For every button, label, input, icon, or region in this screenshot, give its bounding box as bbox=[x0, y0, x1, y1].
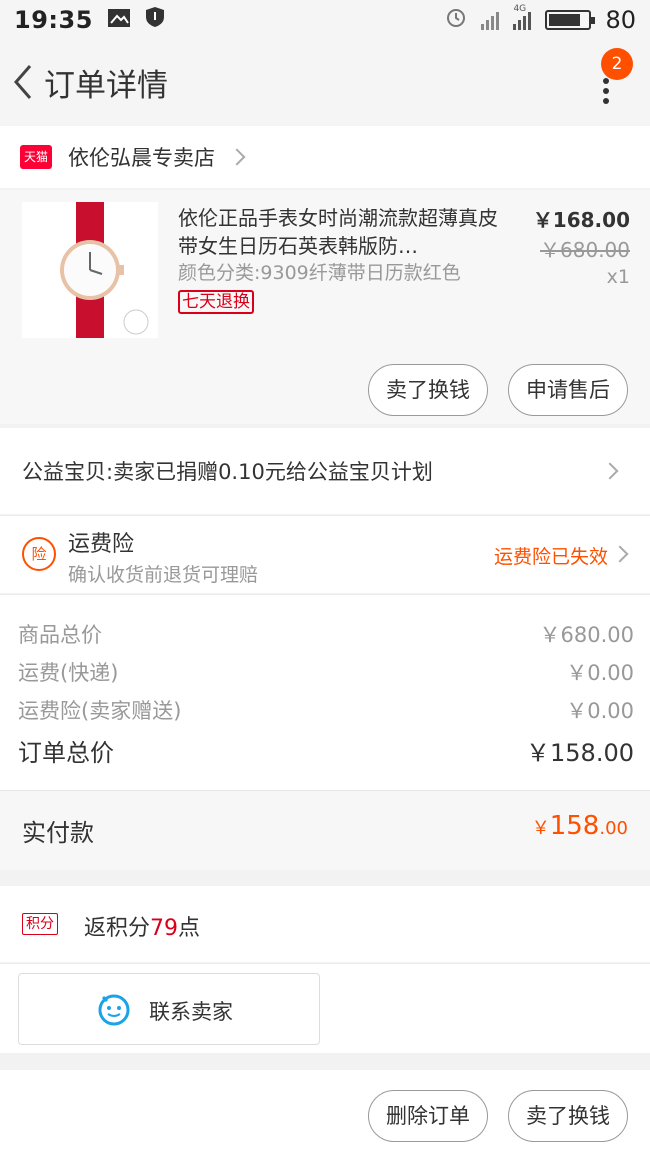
summary-label: 运费(快递) bbox=[18, 661, 119, 685]
seven-day-return-badge: 七天退换 bbox=[178, 290, 254, 314]
charity-row[interactable]: 公益宝贝:卖家已捐赠0.10元给公益宝贝计划 bbox=[0, 428, 650, 514]
shop-name: 依伦弘晨专卖店 bbox=[68, 146, 215, 170]
insurance-icon: 险 bbox=[22, 537, 56, 571]
status-bar: 19:35 4G 80 bbox=[0, 0, 650, 40]
chevron-right-icon bbox=[611, 545, 629, 563]
bottom-action-bar: 删除订单 卖了换钱 bbox=[0, 1070, 650, 1155]
amount-decimal: .00 bbox=[599, 818, 628, 839]
points-count: 79 bbox=[150, 916, 179, 941]
signal-icon bbox=[481, 10, 500, 30]
back-button[interactable] bbox=[10, 62, 40, 102]
insurance-title: 运费险 bbox=[68, 532, 135, 557]
charity-text: 公益宝贝:卖家已捐赠0.10元给公益宝贝计划 bbox=[22, 460, 433, 484]
currency-symbol: ￥ bbox=[531, 818, 550, 839]
contact-section: 联系卖家 bbox=[0, 963, 650, 1053]
watch-image-icon bbox=[60, 202, 149, 338]
points-prefix: 返积分 bbox=[84, 916, 151, 941]
summary-row: 运费险(卖家赠送) ￥0.00 bbox=[18, 695, 634, 725]
order-total-value: ￥158.00 bbox=[526, 739, 634, 767]
summary-value: ￥0.00 bbox=[566, 661, 634, 685]
shop-row[interactable]: 天猫 依伦弘晨专卖店 bbox=[0, 126, 650, 188]
order-total-row: 订单总价 ￥158.00 bbox=[18, 733, 634, 768]
product-original-price: ￥680.00 bbox=[540, 238, 630, 262]
message-badge[interactable]: 2 bbox=[601, 48, 633, 80]
summary-row: 商品总价 ￥680.00 bbox=[18, 619, 634, 649]
summary-label: 商品总价 bbox=[18, 623, 102, 647]
actual-payment-row: 实付款 ￥158.00 bbox=[0, 790, 650, 870]
signal-4g-icon: 4G bbox=[513, 4, 532, 30]
summary-label: 运费险(卖家赠送) bbox=[18, 699, 182, 723]
product-quantity: x1 bbox=[606, 266, 630, 288]
product-price: ￥168.00 bbox=[532, 208, 630, 232]
points-text: 返积分79点 bbox=[84, 910, 200, 942]
actual-payment-label: 实付款 bbox=[22, 819, 94, 847]
page-title: 订单详情 bbox=[44, 68, 168, 104]
image-notification-icon bbox=[107, 6, 131, 34]
insurance-status: 运费险已失效 bbox=[493, 546, 608, 568]
order-total-label: 订单总价 bbox=[18, 739, 114, 767]
sell-item-button[interactable]: 卖了换钱 bbox=[368, 364, 488, 416]
chevron-right-icon bbox=[601, 462, 619, 480]
alarm-icon bbox=[445, 6, 467, 34]
battery-fill bbox=[549, 14, 580, 26]
page-header: 订单详情 2 bbox=[0, 40, 650, 126]
points-suffix: 点 bbox=[178, 916, 201, 941]
delete-order-button[interactable]: 删除订单 bbox=[368, 1090, 488, 1142]
after-sale-button[interactable]: 申请售后 bbox=[508, 364, 628, 416]
product-name[interactable]: 依伦正品手表女时尚潮流款超薄真皮带女生日历石英表韩版防… bbox=[178, 204, 508, 260]
chat-bubble-icon bbox=[98, 994, 130, 1026]
more-menu-button[interactable] bbox=[596, 78, 616, 108]
chevron-left-icon bbox=[14, 65, 32, 99]
amount-integer: 158 bbox=[549, 811, 600, 841]
status-time: 19:35 bbox=[14, 6, 93, 34]
price-summary: 商品总价 ￥680.00 运费(快递) ￥0.00 运费险(卖家赠送) ￥0.0… bbox=[0, 594, 650, 790]
points-row: 积分 返积分79点 bbox=[0, 886, 650, 962]
actual-payment-amount: ￥158.00 bbox=[532, 811, 628, 841]
tmall-logo-icon: 天猫 bbox=[20, 145, 52, 169]
points-tag: 积分 bbox=[22, 913, 58, 935]
insurance-subtitle: 确认收货前退货可理赔 bbox=[68, 564, 259, 586]
order-item: 依伦正品手表女时尚潮流款超薄真皮带女生日历石英表韩版防… 颜色分类:9309纤薄… bbox=[0, 190, 650, 424]
shield-notification-icon bbox=[145, 6, 165, 34]
product-thumbnail[interactable] bbox=[22, 202, 158, 338]
summary-value: ￥680.00 bbox=[539, 623, 634, 647]
summary-value: ￥0.00 bbox=[566, 699, 634, 723]
contact-seller-label: 联系卖家 bbox=[149, 1000, 233, 1024]
chevron-right-icon bbox=[228, 148, 246, 166]
product-sku: 颜色分类:9309纤薄带日历款红色 bbox=[178, 262, 461, 284]
shipping-insurance-row[interactable]: 险 运费险 确认收货前退货可理赔 运费险已失效 bbox=[0, 515, 650, 593]
summary-row: 运费(快递) ￥0.00 bbox=[18, 657, 634, 687]
contact-seller-button[interactable]: 联系卖家 bbox=[18, 973, 320, 1045]
battery-icon bbox=[545, 10, 596, 30]
battery-percent: 80 bbox=[605, 6, 636, 34]
sell-item-bottom-button[interactable]: 卖了换钱 bbox=[508, 1090, 628, 1142]
